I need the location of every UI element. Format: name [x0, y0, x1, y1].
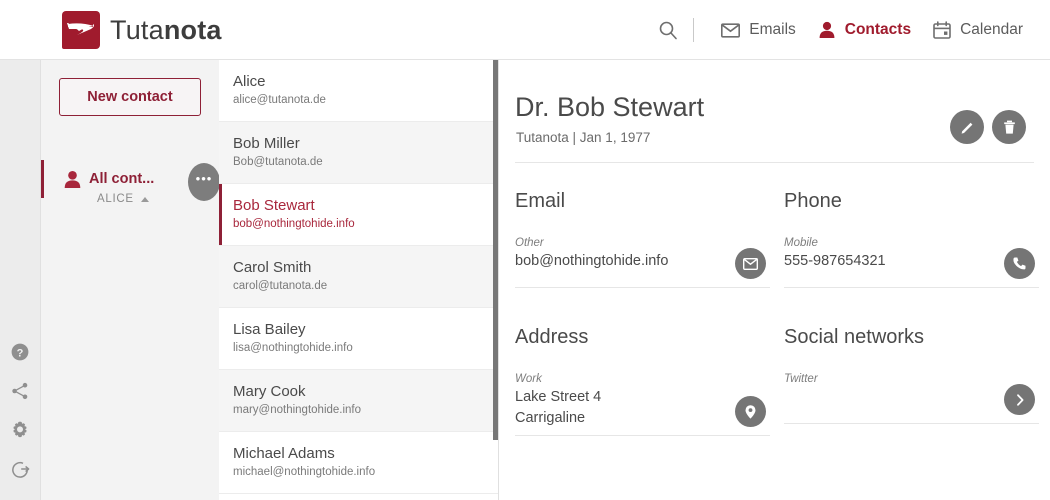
rail-icon-group: ? — [0, 341, 40, 480]
logout-icon[interactable] — [9, 458, 31, 480]
address-line-2: Carrigaline — [515, 408, 770, 429]
folder-more-button[interactable]: ••• — [188, 163, 220, 201]
contact-name: Michael Adams — [233, 444, 484, 464]
contact-detail-panel: Dr. Bob Stewart Tutanota | Jan 1, 1977 E… — [499, 60, 1050, 500]
envelope-icon — [721, 23, 740, 38]
contact-list-item[interactable]: Mary Cook mary@nothingtohide.info — [219, 370, 498, 432]
social-section-heading: Social networks — [784, 326, 1039, 349]
email-section-heading: Email — [515, 190, 770, 213]
nav-item-contacts[interactable]: Contacts — [807, 15, 922, 45]
person-icon — [818, 21, 836, 39]
nav-item-calendar-label: Calendar — [960, 21, 1023, 39]
search-icon — [658, 20, 678, 40]
phone-icon — [1012, 256, 1027, 271]
open-social-button[interactable] — [1004, 384, 1035, 415]
contact-name: Carol Smith — [233, 258, 484, 278]
address-section-heading: Address — [515, 326, 770, 349]
email-field-label: Other — [515, 235, 770, 251]
phone-field-label: Mobile — [784, 235, 1039, 251]
fields-left-column: Email Other bob@nothingtohide.info Addre… — [515, 190, 770, 436]
share-icon[interactable] — [9, 380, 31, 402]
call-phone-button[interactable] — [1004, 248, 1035, 279]
contact-email: bob@nothingtohide.info — [233, 216, 484, 233]
send-email-button[interactable] — [735, 248, 766, 279]
fields-right-column: Phone Mobile 555-987654321 Social networ… — [784, 190, 1039, 424]
contact-email: carol@tutanota.de — [233, 278, 484, 295]
contact-email: lisa@nothingtohide.info — [233, 340, 484, 357]
email-field-row: Other bob@nothingtohide.info — [515, 235, 770, 288]
main-navigation: Emails Contacts — [651, 0, 1034, 60]
person-icon — [62, 169, 82, 189]
delete-contact-button[interactable] — [992, 110, 1026, 144]
address-field-row: Work Lake Street 4 Carrigaline — [515, 371, 770, 436]
brand-name-prefix: Tuta — [110, 15, 164, 45]
open-map-button[interactable] — [735, 396, 766, 427]
pencil-icon — [959, 119, 976, 136]
phone-field-value: 555-987654321 — [784, 251, 1039, 272]
brand-name: Tutanota — [110, 15, 222, 46]
email-field-value: bob@nothingtohide.info — [515, 251, 770, 272]
social-field-label: Twitter — [784, 371, 1039, 387]
contact-detail-subtitle: Tutanota | Jan 1, 1977 — [516, 130, 650, 145]
contact-list-item[interactable]: Lisa Bailey lisa@nothingtohide.info — [219, 308, 498, 370]
contact-list[interactable]: Alice alice@tutanota.de Bob Miller Bob@t… — [219, 60, 498, 500]
contact-name: Bob Miller — [233, 134, 484, 154]
contact-detail-title: Dr. Bob Stewart — [515, 92, 704, 123]
contact-list-item[interactable]: Michael Adams michael@nothingtohide.info — [219, 432, 498, 494]
contact-list-item[interactable]: Alice alice@tutanota.de — [219, 60, 498, 122]
contact-list-item[interactable]: Carol Smith carol@tutanota.de — [219, 246, 498, 308]
phone-field-row: Mobile 555-987654321 — [784, 235, 1039, 288]
nav-item-calendar[interactable]: Calendar — [922, 15, 1034, 45]
address-field-label: Work — [515, 371, 770, 387]
social-field-row: Twitter — [784, 371, 1039, 424]
envelope-icon — [743, 258, 758, 270]
help-icon[interactable]: ? — [9, 341, 31, 363]
nav-item-emails-label: Emails — [749, 21, 796, 39]
nav-divider — [693, 18, 694, 42]
contact-email: mary@nothingtohide.info — [233, 402, 484, 419]
contact-detail-actions — [950, 110, 1026, 144]
app-header: Tutanota Emails — [0, 0, 1050, 60]
left-rail: ? — [0, 60, 41, 500]
brand-logo: Tutanota — [62, 11, 222, 49]
logo-swoosh-icon — [67, 21, 97, 43]
tutanota-contacts-app: Tutanota Emails — [0, 0, 1050, 500]
address-line-1: Lake Street 4 — [515, 387, 770, 408]
sidebar-item-all-contacts-label: All cont... — [89, 171, 154, 187]
search-button[interactable] — [651, 13, 685, 47]
social-field-value — [784, 387, 1039, 408]
contact-list-item-selected[interactable]: Bob Stewart bob@nothingtohide.info — [219, 184, 498, 246]
phone-section-heading: Phone — [784, 190, 1039, 213]
section-spacer — [784, 288, 1039, 326]
contact-email: alice@tutanota.de — [233, 92, 484, 109]
gear-icon[interactable] — [9, 419, 31, 441]
contact-name: Lisa Bailey — [233, 320, 484, 340]
trash-icon — [1001, 119, 1018, 136]
edit-contact-button[interactable] — [950, 110, 984, 144]
chevron-right-icon — [1013, 393, 1027, 407]
nav-item-contacts-label: Contacts — [845, 21, 911, 39]
brand-name-suffix: nota — [164, 15, 222, 45]
new-contact-button[interactable]: New contact — [59, 78, 201, 116]
selection-indicator — [41, 160, 44, 198]
contact-list-item[interactable]: Bob Miller Bob@tutanota.de — [219, 122, 498, 184]
calendar-icon — [933, 21, 951, 39]
sidebar-item-all-contacts[interactable]: All cont... ••• — [41, 160, 219, 198]
contact-email: michael@nothingtohide.info — [233, 464, 484, 481]
nav-item-emails[interactable]: Emails — [710, 15, 807, 45]
contact-name: Bob Stewart — [233, 196, 484, 216]
contact-name: Alice — [233, 72, 484, 92]
map-pin-icon — [743, 404, 758, 420]
tutanota-logo-icon — [62, 11, 100, 49]
contact-email: Bob@tutanota.de — [233, 154, 484, 171]
section-spacer — [515, 288, 770, 326]
detail-divider — [515, 162, 1034, 163]
contacts-sidebar: New contact ALICE — [41, 60, 219, 500]
contact-name: Mary Cook — [233, 382, 484, 402]
svg-text:?: ? — [17, 347, 24, 359]
